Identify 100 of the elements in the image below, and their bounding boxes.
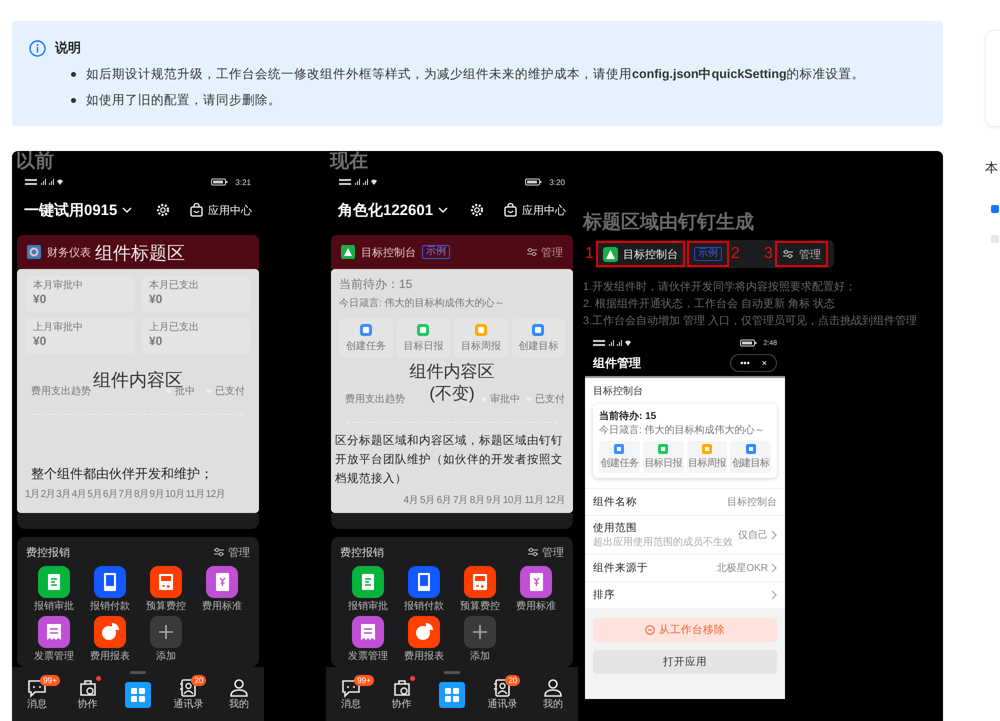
settings-icon[interactable] bbox=[470, 203, 484, 217]
tab-label[interactable]: 我的 bbox=[228, 699, 249, 711]
shortcut-tile[interactable]: 创建目标 bbox=[512, 318, 565, 358]
tab-label[interactable]: 消息 bbox=[341, 699, 362, 711]
outline-heading: 本 bbox=[985, 159, 999, 177]
person-icon[interactable] bbox=[542, 678, 563, 698]
stat-label: 上月审批中 bbox=[33, 321, 84, 334]
open-app-button[interactable]: 打开应用 bbox=[593, 650, 777, 674]
tab-label[interactable]: 通讯录 bbox=[487, 699, 518, 711]
workspace-name[interactable]: 一键试用0915 bbox=[24, 200, 118, 220]
app-center-link[interactable]: 应用中心 bbox=[208, 202, 252, 218]
axis-label: 10月 bbox=[502, 494, 522, 507]
todo-count: 当前待办: 15 bbox=[599, 410, 658, 423]
widget-name: 目标控制台 bbox=[361, 246, 416, 260]
axis-label: 10月 bbox=[165, 488, 185, 501]
app-label: 报销付款 bbox=[90, 601, 130, 613]
shortcut-tile[interactable]: 目标周报 bbox=[686, 441, 728, 473]
row-hint: 超出应用使用范围的成员不生效 bbox=[593, 536, 733, 549]
outline-marker[interactable] bbox=[991, 205, 999, 213]
axis-label: 11月 bbox=[186, 488, 205, 501]
tab-label[interactable]: 我的 bbox=[542, 699, 563, 711]
legend-label: 已支付 bbox=[535, 392, 565, 406]
settings-row[interactable]: 排序 bbox=[585, 581, 785, 608]
tab-label[interactable]: 协作 bbox=[392, 699, 412, 711]
app-icon[interactable] bbox=[464, 616, 496, 648]
app-icon[interactable] bbox=[94, 566, 126, 598]
settings-row[interactable]: 组件名称 目标控制台 bbox=[585, 488, 785, 515]
close-button[interactable]: × bbox=[762, 357, 767, 369]
row-label: 使用范围 bbox=[593, 521, 638, 535]
tab-label[interactable]: 通讯录 bbox=[173, 699, 204, 711]
shortcut-tile[interactable]: 目标周报 bbox=[454, 318, 508, 358]
briefcase-icon[interactable] bbox=[392, 678, 412, 698]
sliders-icon bbox=[527, 547, 539, 557]
app-icon[interactable] bbox=[94, 616, 126, 648]
app-label: 报销审批 bbox=[348, 601, 388, 613]
app-icon[interactable] bbox=[150, 566, 182, 598]
legend-dot bbox=[527, 397, 531, 401]
app-label: 预算费控 bbox=[460, 601, 500, 613]
app-grid-icon[interactable] bbox=[124, 682, 151, 708]
row-value: 仅自己 bbox=[738, 529, 768, 542]
shortcut-tile[interactable]: 创建任务 bbox=[339, 318, 392, 358]
more-button[interactable]: ••• bbox=[740, 357, 750, 369]
chevron-down-icon bbox=[122, 206, 132, 214]
chevron-down-icon bbox=[438, 206, 448, 214]
tab-label[interactable]: 消息 bbox=[27, 699, 48, 711]
app-icon[interactable] bbox=[150, 616, 182, 648]
manage-link[interactable]: 管理 bbox=[542, 544, 564, 560]
overlay-label: 组件内容区 bbox=[410, 361, 494, 383]
step-text: 3.工作台会自动增加 管理 入口，仅管理员可见，点击挑战到组件管理 bbox=[583, 314, 918, 329]
shortcut-tile[interactable]: 目标日报 bbox=[396, 318, 450, 358]
signal-icon bbox=[593, 339, 633, 347]
bullet-icon bbox=[71, 72, 76, 77]
briefcase-icon[interactable] bbox=[78, 678, 98, 698]
sliders-icon bbox=[782, 249, 794, 259]
settings-row[interactable]: 组件来源于 北极星OKR bbox=[585, 554, 785, 581]
sample-tag: 示例 bbox=[422, 245, 450, 259]
axis-label: 11月 bbox=[524, 494, 544, 507]
row-value: 目标控制台 bbox=[727, 496, 777, 509]
axis-label: 8月 bbox=[134, 488, 148, 501]
app-icon[interactable] bbox=[352, 616, 384, 648]
sample-tag: 示例 bbox=[694, 247, 722, 261]
settings-icon[interactable] bbox=[156, 203, 170, 217]
chart-title: 费用支出趋势 bbox=[31, 384, 91, 398]
signal-icon bbox=[25, 178, 65, 186]
shortcut-tile[interactable]: 创建目标 bbox=[730, 441, 771, 473]
app-label: 预算费控 bbox=[146, 601, 186, 613]
app-label: 费用标准 bbox=[516, 601, 556, 613]
status-time: 3:21 bbox=[235, 178, 251, 186]
app-icon[interactable] bbox=[464, 566, 496, 598]
app-icon[interactable] bbox=[352, 566, 384, 598]
app-icon[interactable] bbox=[38, 616, 70, 648]
shortcut-tile[interactable]: 目标日报 bbox=[642, 441, 684, 473]
row-label: 组件来源于 bbox=[593, 561, 648, 575]
manage-link[interactable]: 管理 bbox=[541, 244, 563, 260]
app-icon[interactable] bbox=[520, 566, 552, 598]
note-title: 说明 bbox=[55, 39, 81, 57]
app-grid-icon[interactable] bbox=[438, 682, 465, 708]
app-icon[interactable] bbox=[408, 566, 440, 598]
app-icon[interactable] bbox=[38, 566, 70, 598]
stat-value: ¥0 bbox=[33, 334, 48, 348]
bag-icon bbox=[504, 203, 517, 217]
row-value: 北极星OKR bbox=[716, 562, 768, 575]
legend-dot bbox=[167, 389, 171, 393]
note-text: 如使用了旧的配置，请同步删除。 bbox=[86, 92, 281, 109]
step-text: 2. 根据组件开通状态，工作台会 自动更新 角标 状态 bbox=[583, 296, 836, 312]
axis-label: 8月 bbox=[470, 494, 484, 507]
app-icon[interactable] bbox=[408, 616, 440, 648]
app-center-link[interactable]: 应用中心 bbox=[522, 202, 566, 218]
outline-marker[interactable] bbox=[991, 235, 999, 243]
person-icon[interactable] bbox=[228, 678, 249, 698]
app-label: 添加 bbox=[470, 651, 490, 663]
tab-label[interactable]: 协作 bbox=[78, 699, 98, 711]
app-label: 费用标准 bbox=[202, 601, 242, 613]
workspace-name[interactable]: 角色化122601 bbox=[338, 200, 434, 220]
stat-value: ¥0 bbox=[33, 292, 48, 306]
shortcut-tile[interactable]: 创建任务 bbox=[599, 441, 640, 473]
axis-label: 1月 bbox=[25, 488, 40, 501]
battery-icon bbox=[211, 178, 230, 186]
manage-link[interactable]: 管理 bbox=[228, 544, 250, 560]
app-icon[interactable] bbox=[206, 566, 238, 598]
